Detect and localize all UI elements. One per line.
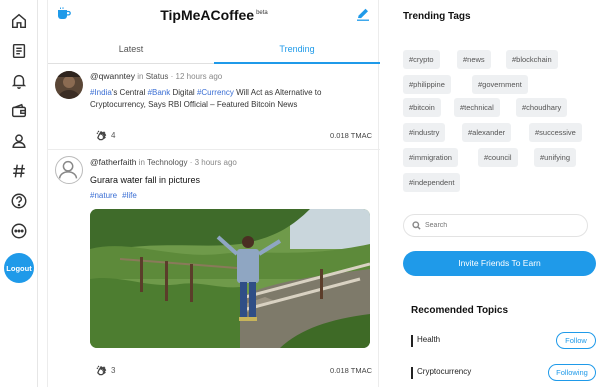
post-in-label: in xyxy=(137,72,144,81)
post-image[interactable] xyxy=(90,209,370,348)
feed-tabs: Latest Trending xyxy=(48,38,380,64)
trending-tag[interactable]: #philippine xyxy=(403,75,451,94)
wallet-icon[interactable] xyxy=(9,101,29,121)
post-card[interactable]: @fatherfaith in Technology · 3 hours ago… xyxy=(48,150,380,387)
topic-row: Health Follow xyxy=(411,332,596,349)
bell-icon[interactable] xyxy=(9,71,29,91)
post-in-label: in xyxy=(138,158,145,167)
post-tag[interactable]: #life xyxy=(122,191,137,200)
hashtag-link[interactable]: #Currency xyxy=(197,88,234,97)
search-icon xyxy=(412,221,421,230)
trending-tags-title: Trending Tags xyxy=(403,11,471,22)
avatar[interactable] xyxy=(55,71,83,99)
hashtag-link[interactable]: #Bank xyxy=(148,88,171,97)
trending-tag[interactable]: #government xyxy=(472,75,528,94)
feed-column: TipMeACoffee beta Latest Trending @qwannt… xyxy=(47,0,380,387)
app-title-text: TipMeACoffee xyxy=(160,7,255,23)
post-amount: 0.018 TMAC xyxy=(330,366,372,375)
app-title: TipMeACoffee beta xyxy=(48,7,380,23)
topic-marker xyxy=(411,367,413,379)
post-time: · 12 hours ago xyxy=(170,72,223,81)
trending-tag[interactable]: #technical xyxy=(454,98,500,117)
post-username[interactable]: @qwanntey xyxy=(90,71,135,81)
tab-trending[interactable]: Trending xyxy=(214,38,380,64)
trending-tag[interactable]: #successive xyxy=(529,123,582,142)
post-title[interactable]: Gurara water fall in pictures xyxy=(90,175,200,185)
post-footer: 4 0.018 TMAC xyxy=(96,130,372,144)
tip-button[interactable]: 4 xyxy=(96,130,115,141)
user-icon[interactable] xyxy=(9,131,29,151)
trending-tag[interactable]: #choudhary xyxy=(516,98,568,117)
post-username[interactable]: @fatherfaith xyxy=(90,157,136,167)
post-time: · 3 hours ago xyxy=(189,158,237,167)
trending-tag[interactable]: #alexander xyxy=(462,123,512,142)
trending-tag[interactable]: #crypto xyxy=(403,50,440,69)
clap-icon xyxy=(96,365,107,376)
sidebar: Logout xyxy=(0,0,38,387)
recommended-topics-title: Recomended Topics xyxy=(411,305,509,316)
tip-button[interactable]: 3 xyxy=(96,365,115,376)
beta-badge: beta xyxy=(256,10,268,17)
trending-tag[interactable]: #bitcoin xyxy=(403,98,441,117)
hashtag-link[interactable]: #India xyxy=(90,88,112,97)
post-category[interactable]: Technology xyxy=(147,158,187,167)
post-card[interactable]: @qwanntey in Status · 12 hours ago #Indi… xyxy=(48,64,380,150)
search-input[interactable] xyxy=(425,218,575,233)
trending-tag[interactable]: #immigration xyxy=(403,148,458,167)
tip-count: 3 xyxy=(111,366,116,375)
home-icon[interactable] xyxy=(9,11,29,31)
logout-button[interactable]: Logout xyxy=(4,253,34,283)
right-panel: Trending Tags #crypto #news #blockchain … xyxy=(392,0,600,387)
trending-tag[interactable]: #blockchain xyxy=(506,50,558,69)
follow-button[interactable]: Follow xyxy=(556,332,596,349)
topic-marker xyxy=(411,335,413,347)
search-box[interactable] xyxy=(403,214,588,237)
help-icon[interactable] xyxy=(9,191,29,211)
compose-icon[interactable] xyxy=(356,7,370,21)
post-footer: 3 0.018 TMAC xyxy=(96,365,372,379)
post-text[interactable]: #India's Central #Bank Digital #Currency… xyxy=(90,87,370,111)
post-tags: #nature #life xyxy=(90,191,142,200)
post-text-segment: 's Central xyxy=(111,88,148,97)
post-text-segment: Digital xyxy=(170,88,197,97)
trending-tag[interactable]: #news xyxy=(457,50,491,69)
clap-icon xyxy=(96,130,107,141)
tip-count: 4 xyxy=(111,131,116,140)
post-category[interactable]: Status xyxy=(146,72,169,81)
hashtag-icon[interactable] xyxy=(9,161,29,181)
avatar[interactable] xyxy=(55,156,83,184)
post-meta: @qwanntey in Status · 12 hours ago xyxy=(90,71,222,81)
invite-friends-button[interactable]: Invite Friends To Earn xyxy=(403,251,596,276)
feed-header: TipMeACoffee beta xyxy=(48,0,380,32)
trending-tag[interactable]: #council xyxy=(478,148,518,167)
topic-name[interactable]: Health xyxy=(417,335,440,344)
trending-tag[interactable]: #unifying xyxy=(534,148,577,167)
topic-name[interactable]: Cryptocurrency xyxy=(417,367,471,376)
topic-row: Cryptocurrency Following xyxy=(411,364,596,381)
tab-latest[interactable]: Latest xyxy=(48,38,214,64)
more-icon[interactable] xyxy=(9,221,29,241)
post-meta: @fatherfaith in Technology · 3 hours ago xyxy=(90,157,237,167)
following-button[interactable]: Following xyxy=(548,364,596,381)
post-tag[interactable]: #nature xyxy=(90,191,117,200)
post-amount: 0.018 TMAC xyxy=(330,131,372,140)
trending-tag[interactable]: #industry xyxy=(403,123,446,142)
trending-tag[interactable]: #independent xyxy=(403,173,461,192)
document-icon[interactable] xyxy=(9,41,29,61)
